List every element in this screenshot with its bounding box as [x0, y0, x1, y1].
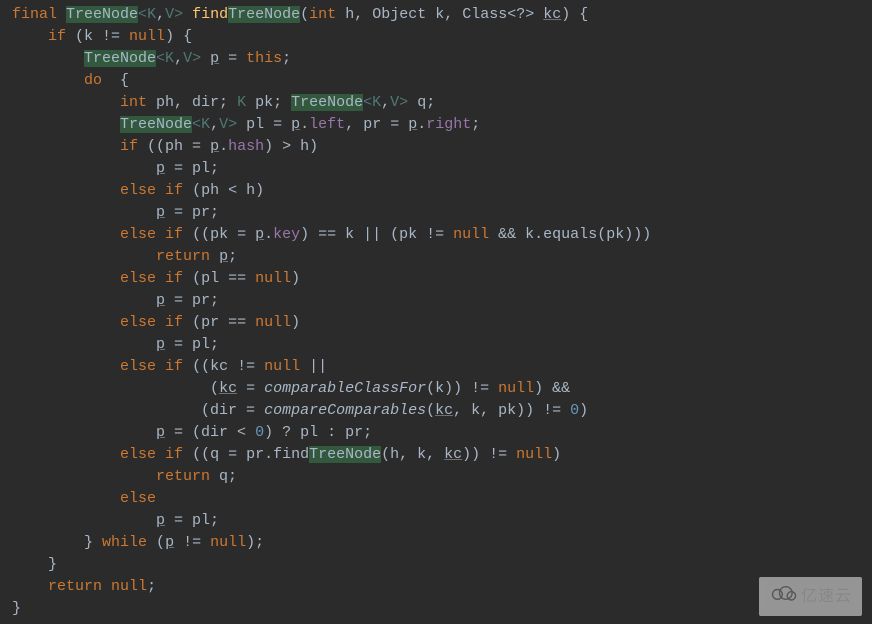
code-line: final TreeNode<K,V> findTreeNode(int h, … [12, 6, 588, 23]
code-line: } while (p != null); [12, 534, 264, 551]
code-line: return null; [12, 578, 156, 595]
code-line: TreeNode<K,V> p = this; [12, 50, 291, 67]
cloud-icon [769, 583, 797, 610]
code-line: if (k != null) { [12, 28, 192, 45]
code-line: else if (pr == null) [12, 314, 300, 331]
code-line: else if ((kc != null || [12, 358, 327, 375]
code-line: else if ((pk = p.key) == k || (pk != nul… [12, 226, 651, 243]
code-line: else if ((q = pr.findTreeNode(h, k, kc))… [12, 446, 561, 463]
code-block: final TreeNode<K,V> findTreeNode(int h, … [12, 4, 860, 620]
code-line: } [12, 600, 21, 617]
code-line: return p; [12, 248, 237, 265]
code-line: } [12, 556, 57, 573]
code-line: (kc = comparableClassFor(k)) != null) && [12, 380, 570, 397]
code-line: TreeNode<K,V> pl = p.left, pr = p.right; [12, 116, 480, 133]
watermark: 亿速云 [759, 577, 862, 616]
code-line: p = pl; [12, 160, 219, 177]
code-line: p = pr; [12, 292, 219, 309]
code-line: (dir = compareComparables(kc, k, pk)) !=… [12, 402, 588, 419]
code-line: else if (pl == null) [12, 270, 300, 287]
code-line: p = pl; [12, 336, 219, 353]
code-line: p = (dir < 0) ? pl : pr; [12, 424, 372, 441]
code-line: do { [12, 72, 129, 89]
code-line: p = pr; [12, 204, 219, 221]
code-line: else if (ph < h) [12, 182, 264, 199]
code-line: if ((ph = p.hash) > h) [12, 138, 318, 155]
code-line: else [12, 490, 156, 507]
code-line: return q; [12, 468, 237, 485]
code-line: int ph, dir; K pk; TreeNode<K,V> q; [12, 94, 435, 111]
watermark-text: 亿速云 [801, 586, 852, 608]
code-line: p = pl; [12, 512, 219, 529]
